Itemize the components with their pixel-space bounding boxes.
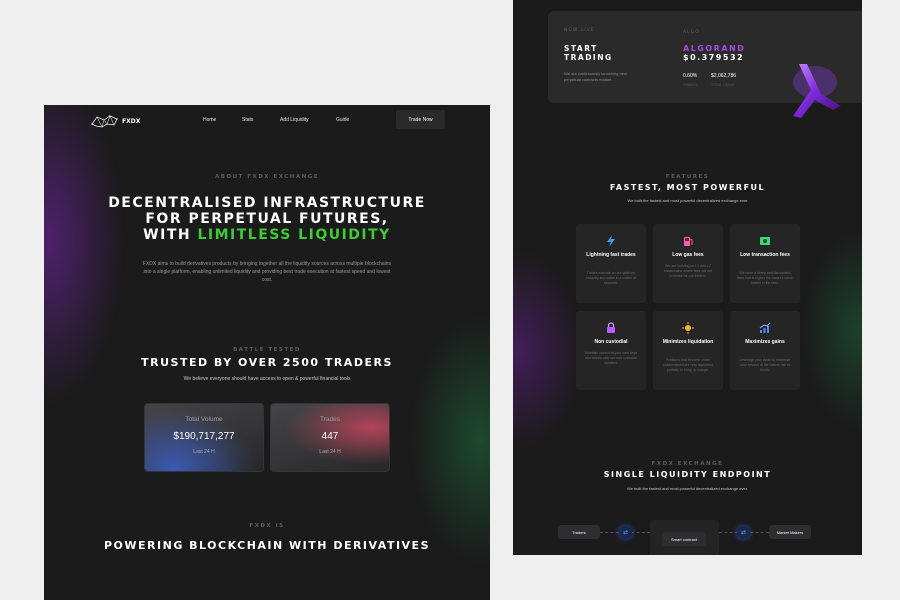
money-icon (758, 234, 772, 248)
brand-logo[interactable]: FXDX (90, 111, 144, 131)
feature-card-lightning: Lightning fast trades Trades execute on … (576, 224, 646, 303)
hero-line-3: WITH LIMITLESS LIQUIDITY (44, 227, 490, 243)
endpoint-subtitle: We built the fastest and most powerful d… (627, 486, 748, 491)
feature-desc: We are building on L1 and L2 blockchains… (663, 264, 713, 278)
sun-icon (681, 321, 695, 335)
features-subtitle: We built the fastest and most powerful d… (627, 198, 748, 203)
feature-title: Maximizes gains (745, 339, 785, 345)
trade-now-button[interactable]: Trade Now (396, 110, 445, 129)
change-label: CHANGE (683, 83, 698, 87)
endpoint-heading: SINGLE LIQUIDITY ENDPOINT (603, 470, 772, 479)
right-landing-panel: NOW LIVE START TRADING We are continuous… (513, 0, 862, 555)
start-trading-line-1: START (564, 44, 598, 53)
features-eyebrow: FEATURES (665, 174, 710, 180)
battle-tested-eyebrow: BATTLE TESTED (233, 347, 301, 353)
trusted-subtitle: We believe everyone should have access t… (183, 376, 351, 382)
stat-card-volume: Total Volume $190,717,277 Last 24 H (144, 403, 264, 472)
lock-icon (604, 321, 618, 335)
transfer-icon: ⇄ (737, 526, 750, 539)
hero-highlight: LIMITLESS LIQUIDITY (197, 227, 391, 243)
fxdx-is-eyebrow: FXDX IS (249, 523, 285, 529)
feature-title: Lightning fast trades (586, 252, 636, 258)
smart-contract-box: Smart contract (662, 532, 706, 546)
feature-card-liquidation: Minimizes liquidation Positions that bec… (653, 311, 723, 390)
nav-stats[interactable]: Stats (242, 117, 253, 123)
bull-logo-icon (91, 115, 118, 128)
hero-line-2: FOR PERPETUAL FUTURES, (145, 211, 389, 227)
stat-title: Total Volume (185, 416, 223, 423)
stat-period: Last 24 H (319, 449, 341, 455)
about-eyebrow: ABOUT FXDX EXCHANGE (214, 174, 320, 180)
green-glow (802, 230, 862, 430)
nav-add-liquidity[interactable]: Add Liquidity (280, 117, 309, 123)
feature-card-gains: Maximizes gains Leverage your trade to m… (730, 311, 800, 390)
feature-desc: We have a tiered and discounted fees tha… (737, 271, 793, 285)
stat-value: 447 (321, 431, 339, 442)
feature-card-transaction: Low transaction fees We have a tiered an… (730, 224, 800, 303)
purple-glow (513, 250, 583, 450)
feature-desc: Trades execute on our platform instantly… (585, 271, 637, 285)
market-makers-box: Market Makers (769, 525, 811, 539)
algo-name[interactable]: ALGORAND (683, 44, 745, 53)
algorand-logo-icon (793, 64, 841, 118)
feature-desc: Leverage your trade to maximize your ret… (739, 358, 791, 372)
now-live-description: We are continuously launching new perpet… (564, 71, 627, 82)
hero-paragraph: FXDX aims to build derivatives products … (142, 261, 392, 283)
stat-value: $190,717,277 (173, 431, 235, 442)
brand-name: FXDX (122, 117, 141, 125)
feature-title: Low gas fees (672, 252, 704, 258)
features-heading: FASTEST, MOST POWERFUL (609, 183, 766, 192)
feature-title: Minimizes liquidation (662, 339, 714, 345)
algo-eyebrow: ALGO (683, 30, 700, 35)
top-nav: FXDX Home Stats Add Liquidity Guide Trad… (44, 105, 490, 135)
feature-desc: Maintain control of your own keys and as… (585, 351, 637, 365)
stat-period: Last 24 H (193, 449, 215, 455)
stat-title: Trades (320, 416, 340, 423)
stat-card-trades: Trades 447 Last 24 H (270, 403, 390, 472)
algo-price: $0.379532 (683, 53, 745, 62)
nav-guide[interactable]: Guide (336, 117, 349, 123)
change-value: 0.60% (683, 73, 698, 79)
transfer-icon: ⇄ (619, 526, 632, 539)
liquidity-label: TOTAL LIQUID (711, 83, 735, 87)
start-trading-heading: START TRADING (564, 44, 613, 62)
feature-desc: Positions that become under collateraliz… (663, 358, 713, 372)
traders-box: Traders (558, 525, 600, 539)
trusted-heading: TRUSTED BY OVER 2500 TRADERS (141, 356, 393, 369)
left-landing-panel: FXDX Home Stats Add Liquidity Guide Trad… (44, 105, 490, 600)
gas-pump-icon (681, 234, 695, 248)
liquidity-value: $2,062,786 (711, 73, 737, 79)
hero-line-1: DECENTRALISED INFRASTRUCTURE (108, 195, 426, 211)
now-live-eyebrow: NOW LIVE (564, 28, 595, 33)
start-trading-line-2: TRADING (564, 53, 613, 62)
feature-card-custodial: Non custodial Maintain control of your o… (576, 311, 646, 390)
lightning-icon (604, 234, 618, 248)
chart-up-icon (758, 321, 772, 335)
feature-title: Low transaction fees (740, 252, 790, 258)
powering-heading: POWERING BLOCKCHAIN WITH DERIVATIVES (103, 539, 430, 552)
hero-heading: DECENTRALISED INFRASTRUCTURE FOR PERPETU… (44, 195, 490, 243)
hero-line-3-prefix: WITH (143, 227, 198, 243)
feature-title: Non custodial (594, 339, 628, 345)
nav-home[interactable]: Home (203, 117, 216, 123)
endpoint-eyebrow: FXDX EXCHANGE (651, 461, 724, 467)
feature-card-gas: Low gas fees We are building on L1 and L… (653, 224, 723, 303)
